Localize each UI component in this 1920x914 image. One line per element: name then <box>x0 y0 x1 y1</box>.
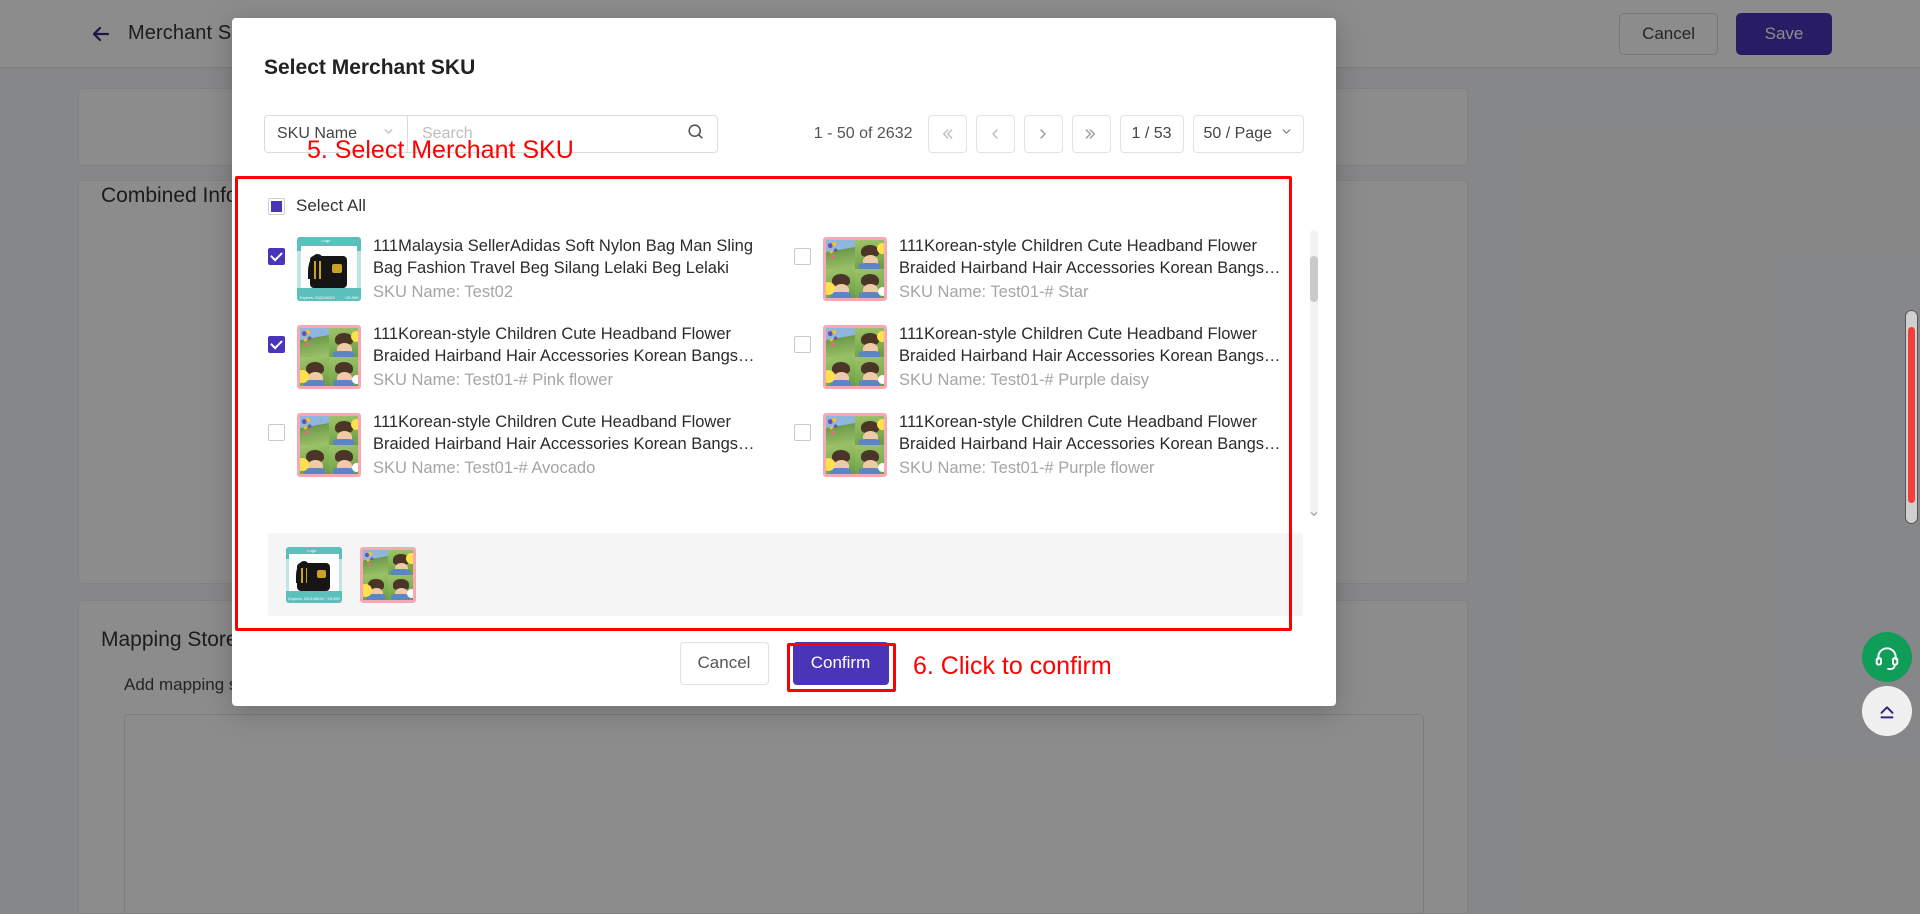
chevron-right-icon[interactable] <box>1023 115 1063 153</box>
sku-name: SKU Name: Test01-# Purple daisy <box>899 371 1150 389</box>
search-icon[interactable] <box>686 122 705 146</box>
sku-title: 111Korean-style Children Cute Headband F… <box>899 237 1265 277</box>
sku-title: 111Korean-style Children Cute Headband F… <box>373 413 739 453</box>
page-size-select[interactable]: 50 / Page <box>1192 115 1304 153</box>
sku-meta: 111Korean-style Children Cute Headband F… <box>899 322 1303 391</box>
product-thumbnail: Logo Expires: 2021/06/20 ~29,999 <box>286 546 342 603</box>
pagination: 1 - 50 of 2632 1 / 53 50 / Page <box>814 115 1304 153</box>
sku-meta: 111Korean-style Children Cute Headband F… <box>899 234 1303 303</box>
product-thumbnail <box>360 546 416 603</box>
sku-list-scrollbar-thumb[interactable] <box>1310 256 1318 302</box>
sku-title: 111Korean-style Children Cute Headband F… <box>899 325 1265 365</box>
sku-checkbox[interactable] <box>794 424 811 441</box>
select-merchant-sku-dialog: Select Merchant SKU SKU Name 1 - 50 of 2… <box>232 18 1336 706</box>
select-all-checkbox[interactable] <box>268 197 285 215</box>
selected-item[interactable] <box>360 546 416 603</box>
sku-meta: 111Korean-style Children Cute Headband F… <box>373 410 777 479</box>
sku-name: SKU Name: Test01-# Pink flower <box>373 371 613 389</box>
product-thumbnail <box>297 325 361 389</box>
product-thumbnail: Logo Expires: 2021/06/20 ~29,999 <box>297 237 361 301</box>
sku-checkbox[interactable] <box>268 336 285 353</box>
cancel-button[interactable]: Cancel <box>679 641 769 685</box>
sku-name: SKU Name: Test01-# Star <box>899 283 1089 301</box>
select-all-row[interactable]: Select All <box>268 196 366 216</box>
dialog-title: Select Merchant SKU <box>264 56 476 79</box>
sku-list-item[interactable]: 111Korean-style Children Cute Headband F… <box>794 228 1303 316</box>
sku-title: 111Korean-style Children Cute Headband F… <box>373 325 739 365</box>
sku-meta: 111Malaysia SellerAdidas Soft Nylon Bag … <box>373 234 777 303</box>
product-thumbnail <box>297 413 361 477</box>
page-indicator[interactable]: 1 / 53 <box>1119 115 1184 153</box>
sku-list-item[interactable]: 111Korean-style Children Cute Headband F… <box>794 404 1303 492</box>
sku-checkbox[interactable] <box>268 424 285 441</box>
annotation-step-5: 5. Select Merchant SKU <box>307 136 574 164</box>
sku-list-item[interactable]: 111Korean-style Children Cute Headband F… <box>268 404 777 492</box>
sku-grid: Logo Expires: 2021/06/20 ~29,999 111Malaysi… <box>268 228 1303 492</box>
pagination-range: 1 - 50 of 2632 <box>813 125 913 142</box>
scroll-down-icon[interactable] <box>1306 506 1322 522</box>
product-thumbnail <box>823 325 887 389</box>
annotation-step-6: 6. Click to confirm <box>913 652 1112 680</box>
product-thumbnail <box>823 237 887 301</box>
sku-title: 111Malaysia SellerAdidas Soft Nylon Bag … <box>373 237 754 277</box>
double-chevron-left-icon[interactable] <box>927 115 967 153</box>
double-chevron-right-icon[interactable] <box>1071 115 1111 153</box>
selected-items-tray: Logo Expires: 2021/06/20 ~29,999 <box>268 533 1303 616</box>
chevron-up-icon[interactable] <box>1862 686 1912 736</box>
sku-meta: 111Korean-style Children Cute Headband F… <box>373 322 777 391</box>
sku-list-item[interactable]: Logo Expires: 2021/06/20 ~29,999 111Malaysi… <box>268 228 777 316</box>
page-size-value: 50 / Page <box>1203 125 1273 142</box>
headset-icon[interactable] <box>1862 632 1912 682</box>
sku-name: SKU Name: Test01-# Avocado <box>373 459 596 477</box>
chevron-left-icon[interactable] <box>975 115 1015 153</box>
confirm-button[interactable]: Confirm <box>792 641 889 685</box>
page-scrollbar[interactable] <box>1905 310 1918 524</box>
sku-checkbox[interactable] <box>794 248 811 265</box>
sku-checkbox[interactable] <box>794 336 811 353</box>
sku-checkbox[interactable] <box>268 248 285 265</box>
page-scrollbar-thumb[interactable] <box>1908 327 1915 503</box>
selected-item[interactable]: Logo Expires: 2021/06/20 ~29,999 <box>286 546 342 603</box>
sku-name: SKU Name: Test02 <box>373 283 514 301</box>
sku-title: 111Korean-style Children Cute Headband F… <box>899 413 1265 453</box>
select-all-label: Select All <box>296 196 366 215</box>
sku-list-item[interactable]: 111Korean-style Children Cute Headband F… <box>268 316 777 404</box>
chevron-down-icon <box>1280 125 1293 143</box>
sku-meta: 111Korean-style Children Cute Headband F… <box>899 410 1303 479</box>
dialog-footer: Cancel Confirm <box>232 620 1336 706</box>
sku-list-item[interactable]: 111Korean-style Children Cute Headband F… <box>794 316 1303 404</box>
sku-name: SKU Name: Test01-# Purple flower <box>899 459 1155 477</box>
sku-list: Logo Expires: 2021/06/20 ~29,999 111Malaysi… <box>268 228 1303 516</box>
product-thumbnail <box>823 413 887 477</box>
